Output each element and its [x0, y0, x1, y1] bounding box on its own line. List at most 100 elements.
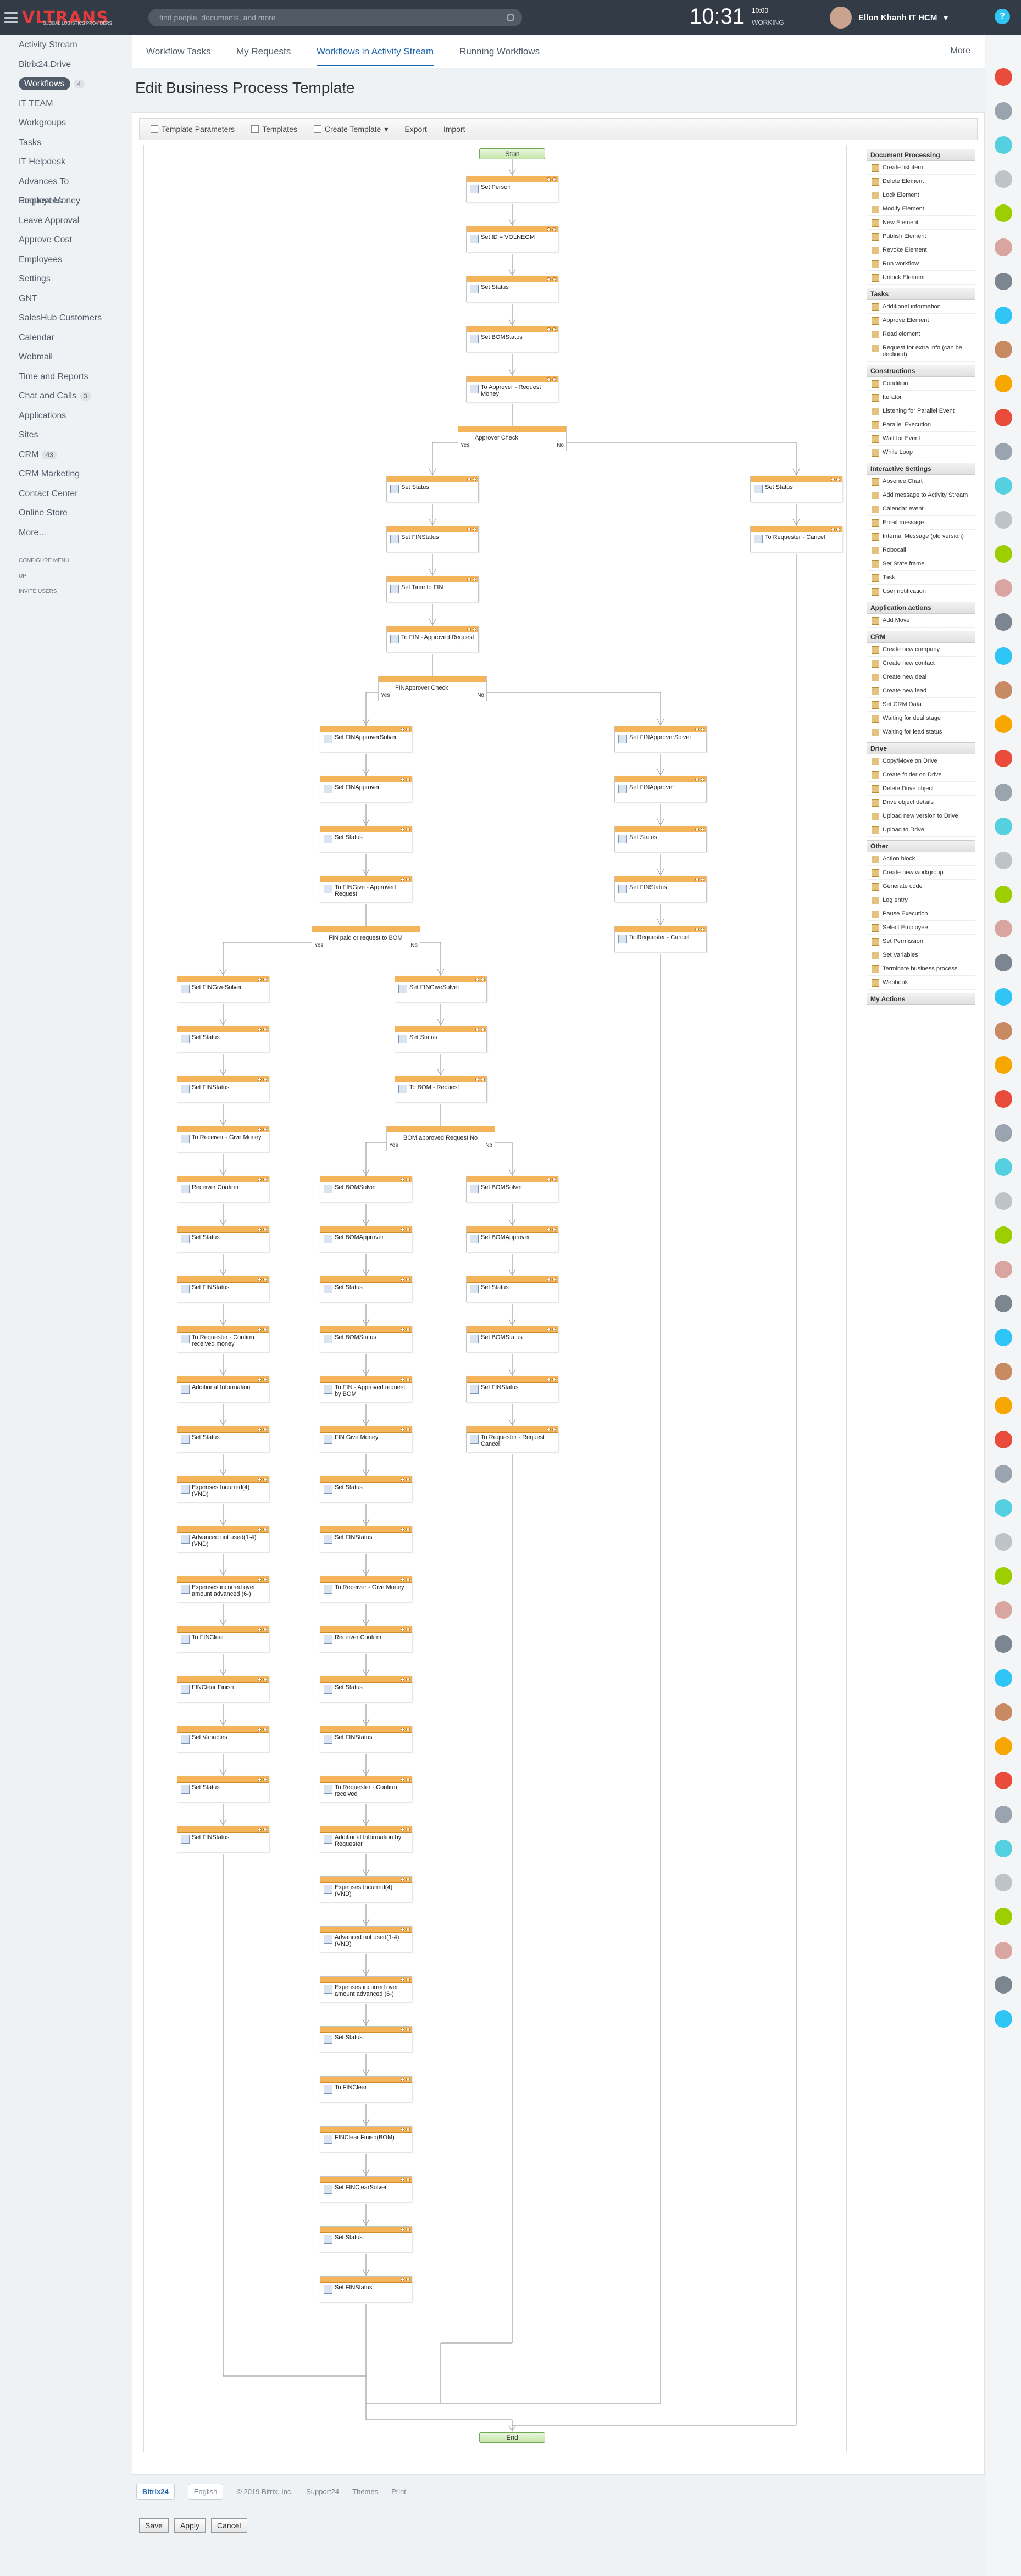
- close-icon[interactable]: [406, 1677, 410, 1681]
- settings-icon[interactable]: [401, 727, 404, 731]
- chat-avatar[interactable]: [995, 1226, 1012, 1244]
- chat-avatar[interactable]: [995, 579, 1012, 597]
- chat-avatar[interactable]: [995, 954, 1012, 971]
- palette-item[interactable]: Delete Element: [867, 175, 975, 188]
- nav-item[interactable]: Calendar: [0, 328, 132, 348]
- settings-icon[interactable]: [401, 1727, 404, 1731]
- close-icon[interactable]: [406, 1777, 410, 1781]
- palette-item[interactable]: Parallel Execution: [867, 418, 975, 432]
- palette-item[interactable]: Select Employee: [867, 921, 975, 935]
- close-icon[interactable]: [481, 977, 485, 981]
- chat-avatar[interactable]: [995, 68, 1012, 86]
- activity-block[interactable]: FIN Give Money: [320, 1426, 412, 1452]
- close-icon[interactable]: [836, 477, 840, 481]
- settings-icon[interactable]: [547, 177, 551, 181]
- palette-item[interactable]: Waiting for lead status: [867, 725, 975, 739]
- chat-avatar[interactable]: [995, 102, 1012, 120]
- activity-block[interactable]: Set FINApproverSolver: [614, 726, 707, 752]
- activity-block[interactable]: To Approver - Request Money: [466, 376, 558, 402]
- settings-icon[interactable]: [547, 1327, 551, 1331]
- settings-icon[interactable]: [258, 1277, 262, 1281]
- chat-avatar[interactable]: [995, 1635, 1012, 1653]
- palette-group-title[interactable]: Tasks: [867, 288, 975, 300]
- settings-icon[interactable]: [831, 477, 835, 481]
- close-icon[interactable]: [552, 1227, 556, 1231]
- nav-item[interactable]: Request Money: [0, 191, 132, 211]
- palette-item[interactable]: Set CRM Data: [867, 698, 975, 712]
- chat-avatar[interactable]: [995, 307, 1012, 324]
- chat-avatar[interactable]: [995, 1601, 1012, 1619]
- activity-block[interactable]: Set FINStatus: [466, 1376, 558, 1402]
- close-icon[interactable]: [481, 1027, 485, 1031]
- palette-item[interactable]: Approve Element: [867, 314, 975, 327]
- settings-icon[interactable]: [258, 1377, 262, 1381]
- chat-avatar[interactable]: [995, 341, 1012, 358]
- chat-avatar[interactable]: [995, 136, 1012, 154]
- palette-item[interactable]: Copy/Move on Drive: [867, 754, 975, 768]
- activity-block[interactable]: Set FINApprover: [614, 776, 707, 802]
- palette-item[interactable]: Create folder on Drive: [867, 768, 975, 782]
- close-icon[interactable]: [406, 2277, 410, 2281]
- settings-icon[interactable]: [258, 1527, 262, 1531]
- nav-item[interactable]: Bitrix24.Drive: [0, 55, 132, 75]
- settings-icon[interactable]: [401, 1677, 404, 1681]
- close-icon[interactable]: [406, 1327, 410, 1331]
- settings-icon[interactable]: [258, 1827, 262, 1831]
- activity-block[interactable]: Set BOMStatus: [466, 1326, 558, 1352]
- palette-item[interactable]: Upload to Drive: [867, 823, 975, 837]
- activity-block[interactable]: Set FINClearSolver: [320, 2176, 412, 2202]
- close-icon[interactable]: [406, 2227, 410, 2231]
- settings-icon[interactable]: [258, 1327, 262, 1331]
- close-icon[interactable]: [263, 1527, 267, 1531]
- close-icon[interactable]: [263, 1377, 267, 1381]
- settings-icon[interactable]: [401, 1827, 404, 1831]
- close-icon[interactable]: [263, 1077, 267, 1081]
- activity-block[interactable]: Set Status: [386, 476, 479, 502]
- activity-block[interactable]: Set Status: [320, 1276, 412, 1302]
- activity-block[interactable]: Set Status: [320, 826, 412, 852]
- palette-group-title[interactable]: Application actions: [867, 602, 975, 614]
- activity-block[interactable]: Set Status: [177, 1026, 269, 1052]
- nav-item[interactable]: CRM Marketing: [0, 464, 132, 484]
- settings-icon[interactable]: [258, 1727, 262, 1731]
- palette-item[interactable]: Log entry: [867, 893, 975, 907]
- palette-item[interactable]: Unlock Element: [867, 271, 975, 285]
- work-status[interactable]: WORKING: [752, 19, 784, 26]
- settings-icon[interactable]: [258, 1177, 262, 1181]
- chat-avatar[interactable]: [995, 1874, 1012, 1891]
- settings-icon[interactable]: [547, 1427, 551, 1431]
- activity-block[interactable]: FINClear Finish(BOM): [320, 2126, 412, 2152]
- settings-icon[interactable]: [401, 1777, 404, 1781]
- settings-icon[interactable]: [547, 1227, 551, 1231]
- close-icon[interactable]: [263, 1627, 267, 1631]
- settings-icon[interactable]: [401, 2077, 404, 2081]
- chat-avatar[interactable]: [995, 920, 1012, 937]
- activity-block[interactable]: Expenses incurred over amount advanced (…: [177, 1576, 269, 1602]
- close-icon[interactable]: [406, 827, 410, 831]
- chat-avatar[interactable]: [995, 1942, 1012, 1959]
- settings-icon[interactable]: [547, 1377, 551, 1381]
- close-icon[interactable]: [263, 1227, 267, 1231]
- settings-icon[interactable]: [401, 2227, 404, 2231]
- nav-item[interactable]: IT TEAM: [0, 94, 132, 114]
- settings-icon[interactable]: [831, 527, 835, 531]
- settings-icon[interactable]: [401, 2127, 404, 2131]
- palette-group-title[interactable]: Constructions: [867, 365, 975, 377]
- close-icon[interactable]: [406, 1927, 410, 1931]
- settings-icon[interactable]: [258, 1427, 262, 1431]
- close-icon[interactable]: [263, 1027, 267, 1031]
- activity-block[interactable]: Set FINGiveSolver: [395, 976, 487, 1002]
- tab-my-requests[interactable]: My Requests: [236, 46, 291, 57]
- settings-icon[interactable]: [695, 727, 699, 731]
- close-icon[interactable]: [473, 527, 476, 531]
- settings-icon[interactable]: [401, 1977, 404, 1981]
- close-icon[interactable]: [406, 777, 410, 781]
- tab-running-workflows[interactable]: Running Workflows: [459, 46, 540, 57]
- activity-block[interactable]: Additional Information: [177, 1376, 269, 1402]
- chat-avatar[interactable]: [995, 1465, 1012, 1483]
- palette-item[interactable]: Revoke Element: [867, 243, 975, 257]
- activity-block[interactable]: Set BOMStatus: [320, 1326, 412, 1352]
- settings-icon[interactable]: [467, 577, 471, 581]
- activity-block[interactable]: To Requester - Request Cancel: [466, 1426, 558, 1452]
- create-template-button[interactable]: Create Template ▾: [313, 125, 388, 134]
